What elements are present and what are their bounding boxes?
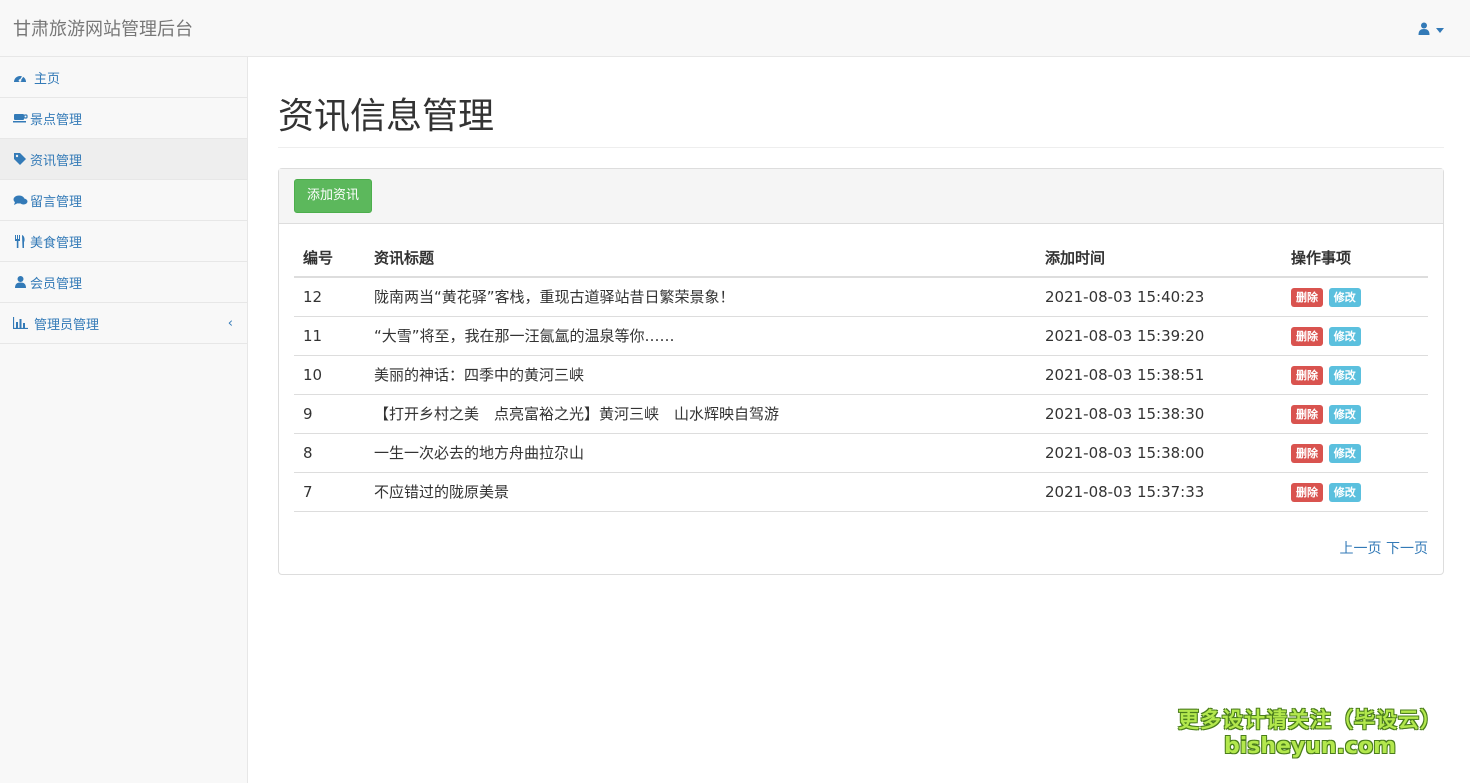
table-row: 7 不应错过的陇原美景 2021-08-03 15:37:33 删除 修改 (294, 472, 1428, 512)
next-page-link[interactable]: 下一页 (1386, 541, 1428, 557)
sidebar-item-news[interactable]: 资讯管理 (0, 139, 247, 180)
sidebar-item-label: 美食管理 (30, 235, 83, 251)
cell-time: 2021-08-03 15:37:33 (1036, 472, 1282, 512)
page-header: 资讯信息管理 (278, 95, 1444, 148)
cell-actions: 删除 修改 (1282, 433, 1428, 473)
news-table: 编号 资讯标题 添加时间 操作事项 12 陇南两当“黄花驿”客栈，重现古道驿站昔… (294, 239, 1428, 512)
sidebar-item-label: 留言管理 (30, 194, 83, 210)
cell-id: 9 (294, 394, 365, 434)
delete-button[interactable]: 删除 (1291, 443, 1323, 463)
sidebar-item-label: 管理员管理 (34, 317, 100, 333)
header-title: 资讯标题 (365, 239, 1036, 278)
sidebar-item-label: 会员管理 (30, 276, 83, 292)
cell-time: 2021-08-03 15:38:30 (1036, 394, 1282, 434)
cell-title: 美丽的神话：四季中的黄河三峡 (365, 355, 1036, 395)
chevron-down-icon (1436, 28, 1444, 33)
dashboard-icon (12, 72, 28, 83)
edit-button[interactable]: 修改 (1328, 482, 1361, 502)
sidebar-item-label: 资讯管理 (30, 153, 83, 169)
cell-title: 一生一次必去的地方舟曲拉尕山 (365, 433, 1036, 473)
watermark-line-2: bisheyun.com (1223, 734, 1397, 759)
header-actions: 操作事项 (1282, 239, 1428, 278)
header-time: 添加时间 (1036, 239, 1282, 278)
cell-time: 2021-08-03 15:39:20 (1036, 316, 1282, 356)
watermark-line-1: 更多设计请关注（毕设云） (1178, 708, 1442, 732)
sidebar-item-label: 景点管理 (30, 112, 83, 128)
edit-button[interactable]: 修改 (1328, 326, 1361, 346)
coffee-icon (12, 113, 28, 123)
user-menu-toggle[interactable] (1418, 22, 1444, 39)
sidebar-item-home[interactable]: 主页 (0, 57, 247, 98)
cell-id: 7 (294, 472, 365, 512)
cutlery-icon (12, 234, 28, 248)
cell-title: “大雪”将至，我在那一汪氤氲的温泉等你…… (365, 316, 1036, 356)
sidebar-item-scenic[interactable]: 景点管理 (0, 98, 247, 139)
delete-button[interactable]: 删除 (1291, 404, 1323, 424)
delete-button[interactable]: 删除 (1291, 287, 1323, 307)
cell-id: 8 (294, 433, 365, 473)
table-row: 12 陇南两当“黄花驿”客栈，重现古道驿站昔日繁荣景象！ 2021-08-03 … (294, 277, 1428, 317)
sidebar-item-food[interactable]: 美食管理 (0, 221, 247, 262)
cell-id: 10 (294, 355, 365, 395)
sidebar-item-admins[interactable]: 管理员管理 ‹ (0, 303, 247, 344)
cell-id: 11 (294, 316, 365, 356)
main-content: 资讯信息管理 添加资讯 编号 资讯标题 添加时间 操作事项 12 陇南两当“黄花… (278, 57, 1444, 575)
prev-page-link[interactable]: 上一页 (1340, 541, 1382, 557)
tag-icon (12, 153, 28, 165)
news-panel: 添加资讯 编号 资讯标题 添加时间 操作事项 12 陇南两当“黄花驿”客栈，重现… (278, 168, 1444, 575)
table-row: 9 【打开乡村之美 点亮富裕之光】黄河三峡 山水辉映自驾游 2021-08-03… (294, 394, 1428, 434)
pager: 上一页 下一页 (294, 538, 1428, 558)
edit-button[interactable]: 修改 (1328, 287, 1361, 307)
cell-title: 陇南两当“黄花驿”客栈，重现古道驿站昔日繁荣景象！ (365, 277, 1036, 317)
cell-actions: 删除 修改 (1282, 394, 1428, 434)
cell-title: 【打开乡村之美 点亮富裕之光】黄河三峡 山水辉映自驾游 (365, 394, 1036, 434)
panel-heading: 添加资讯 (279, 169, 1443, 224)
table-row: 11 “大雪”将至，我在那一汪氤氲的温泉等你…… 2021-08-03 15:3… (294, 316, 1428, 356)
add-news-button[interactable]: 添加资讯 (294, 179, 373, 213)
sidebar-item-messages[interactable]: 留言管理 (0, 180, 247, 221)
watermark: 更多设计请关注（毕设云） bisheyun.com (1178, 706, 1442, 760)
cell-time: 2021-08-03 15:40:23 (1036, 277, 1282, 317)
comments-icon (12, 195, 28, 206)
cell-id: 12 (294, 277, 365, 317)
delete-button[interactable]: 删除 (1291, 482, 1323, 502)
delete-button[interactable]: 删除 (1291, 365, 1323, 385)
chevron-left-icon[interactable]: ‹ (228, 316, 233, 331)
cell-actions: 删除 修改 (1282, 472, 1428, 512)
sidebar-item-label: 主页 (34, 71, 61, 87)
edit-button[interactable]: 修改 (1328, 404, 1361, 424)
top-navbar: 甘肃旅游网站管理后台 (0, 0, 1470, 57)
panel-body: 编号 资讯标题 添加时间 操作事项 12 陇南两当“黄花驿”客栈，重现古道驿站昔… (279, 224, 1443, 574)
edit-button[interactable]: 修改 (1328, 365, 1361, 385)
cell-actions: 删除 修改 (1282, 316, 1428, 356)
user-icon (12, 276, 28, 288)
cell-actions: 删除 修改 (1282, 277, 1428, 317)
delete-button[interactable]: 删除 (1291, 326, 1323, 346)
cell-time: 2021-08-03 15:38:51 (1036, 355, 1282, 395)
table-row: 10 美丽的神话：四季中的黄河三峡 2021-08-03 15:38:51 删除… (294, 355, 1428, 395)
table-header-row: 编号 资讯标题 添加时间 操作事项 (294, 239, 1428, 278)
cell-time: 2021-08-03 15:38:00 (1036, 433, 1282, 473)
app-brand[interactable]: 甘肃旅游网站管理后台 (13, 19, 193, 41)
sidebar-item-members[interactable]: 会员管理 (0, 262, 247, 303)
edit-button[interactable]: 修改 (1328, 443, 1361, 463)
cell-actions: 删除 修改 (1282, 355, 1428, 395)
header-id: 编号 (294, 239, 365, 278)
user-icon (1418, 22, 1430, 39)
page-title: 资讯信息管理 (278, 96, 495, 137)
bar-chart-icon (12, 317, 28, 329)
sidebar: 主页 景点管理 资讯管理 留言管理 美食管理 会员管理 管理员管理 ‹ (0, 57, 248, 783)
cell-title: 不应错过的陇原美景 (365, 472, 1036, 512)
table-row: 8 一生一次必去的地方舟曲拉尕山 2021-08-03 15:38:00 删除 … (294, 433, 1428, 473)
